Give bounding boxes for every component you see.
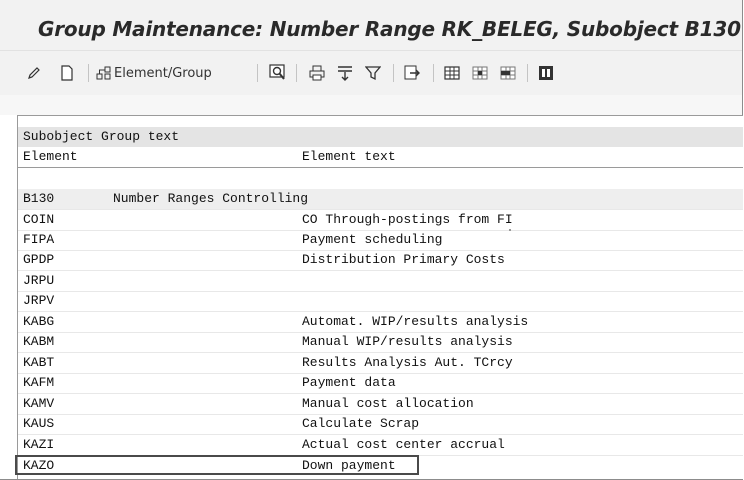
- row-element-text: Automat. WIP/results analysis: [302, 314, 529, 329]
- row-element: COIN: [23, 212, 55, 227]
- pencil-icon[interactable]: [26, 63, 42, 83]
- header-subobject-group-text: Subobject Group text: [23, 129, 180, 144]
- element-group-icon: [96, 65, 112, 81]
- find-icon[interactable]: [268, 63, 288, 83]
- row-element-text: CO Through-postings from FI: [302, 212, 513, 227]
- row-element: GPDP: [23, 252, 55, 267]
- row-element-text: Distribution Primary Costs: [302, 252, 505, 267]
- table-header-group: Subobject Group text: [18, 127, 743, 147]
- row-highlight-box: [15, 455, 419, 475]
- title-bar: Group Maintenance: Number Range RK_BELEG…: [0, 0, 742, 50]
- table-row[interactable]: KAFM Payment data: [18, 373, 743, 394]
- insert-row-icon[interactable]: [471, 63, 489, 83]
- table-header-columns: Element Element text: [18, 147, 743, 168]
- print-icon[interactable]: [308, 63, 326, 83]
- export-icon[interactable]: [403, 63, 421, 83]
- toolbar-separator: [393, 64, 394, 82]
- row-element-text: Manual WIP/results analysis: [302, 334, 513, 349]
- row-element: KAUS: [23, 416, 55, 431]
- row-element: KABM: [23, 334, 55, 349]
- row-element: JRPU: [23, 273, 55, 288]
- row-element-text: Results Analysis Aut. TCrcy: [302, 355, 513, 370]
- table-row[interactable]: JRPU: [18, 271, 743, 292]
- info-icon[interactable]: [537, 63, 555, 83]
- delete-row-icon[interactable]: [499, 63, 517, 83]
- row-element: JRPV: [23, 293, 55, 308]
- row-element-text: Payment data: [302, 375, 396, 390]
- filter-icon[interactable]: [364, 63, 382, 83]
- toolbar-separator: [88, 64, 89, 82]
- table-row[interactable]: KABT Results Analysis Aut. TCrcy: [18, 353, 743, 374]
- group-table: Subobject Group text Element Element tex…: [17, 115, 743, 479]
- row-element-text: Actual cost center accrual: [302, 437, 505, 452]
- table-layout-icon[interactable]: [443, 63, 461, 83]
- group-text: Number Ranges Controlling: [113, 191, 309, 206]
- table-row[interactable]: COIN CO Through-postings from FI: [18, 210, 743, 231]
- toolbar-separator: [433, 64, 434, 82]
- element-group-label: Element/Group: [114, 65, 212, 81]
- new-document-icon[interactable]: [59, 63, 75, 83]
- content-gap: [0, 95, 742, 115]
- row-element-text: Manual cost allocation: [302, 396, 474, 411]
- header-element: Element: [23, 149, 78, 164]
- table-row[interactable]: JRPV: [18, 291, 743, 312]
- row-element-text: Calculate Scrap: [302, 416, 420, 431]
- sort-icon[interactable]: [336, 63, 354, 83]
- row-element: KAMV: [23, 396, 55, 411]
- group-id: B130: [23, 191, 55, 206]
- table-row[interactable]: KABM Manual WIP/results analysis: [18, 332, 743, 353]
- cursor-speck: [509, 229, 511, 231]
- row-element: KABG: [23, 314, 55, 329]
- toolbar-separator: [296, 64, 297, 82]
- toolbar-separator: [257, 64, 258, 82]
- row-element-text: Payment scheduling: [302, 232, 443, 247]
- table-row[interactable]: KAMV Manual cost allocation: [18, 394, 743, 415]
- row-element: KAZI: [23, 437, 55, 452]
- table-row[interactable]: KABG Automat. WIP/results analysis: [18, 312, 743, 333]
- row-element: FIPA: [23, 232, 55, 247]
- page-title: Group Maintenance: Number Range RK_BELEG…: [38, 17, 741, 41]
- group-row[interactable]: B130 Number Ranges Controlling: [18, 189, 743, 210]
- element-group-button[interactable]: Element/Group: [96, 63, 212, 83]
- toolbar-separator: [527, 64, 528, 82]
- table-row[interactable]: KAZI Actual cost center accrual: [18, 435, 743, 456]
- table-row[interactable]: FIPA Payment scheduling: [18, 230, 743, 251]
- header-element-text: Element text: [302, 149, 396, 164]
- row-element: KABT: [23, 355, 55, 370]
- table-row[interactable]: KAUS Calculate Scrap: [18, 414, 743, 435]
- row-element: KAFM: [23, 375, 55, 390]
- table-row[interactable]: GPDP Distribution Primary Costs: [18, 250, 743, 271]
